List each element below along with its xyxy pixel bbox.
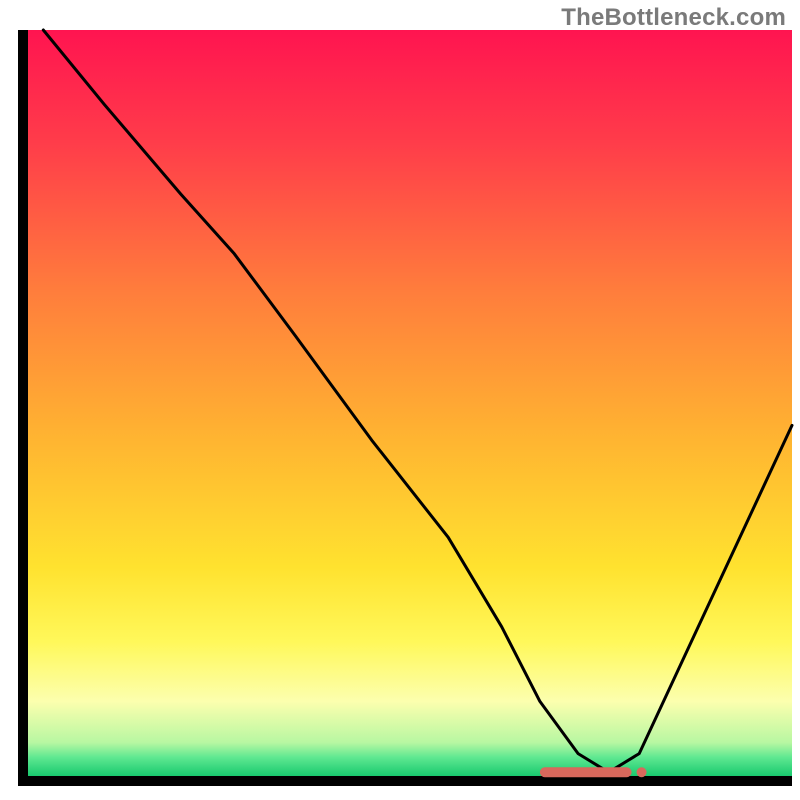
bottleneck-chart (0, 0, 800, 800)
chart-background (28, 30, 792, 776)
x-axis (18, 776, 792, 786)
chart-container: TheBottleneck.com (0, 0, 800, 800)
optimal-range-marker (540, 767, 632, 777)
watermark-label: TheBottleneck.com (561, 4, 786, 32)
y-axis (18, 30, 28, 786)
optimal-range-end-dot (637, 767, 647, 777)
